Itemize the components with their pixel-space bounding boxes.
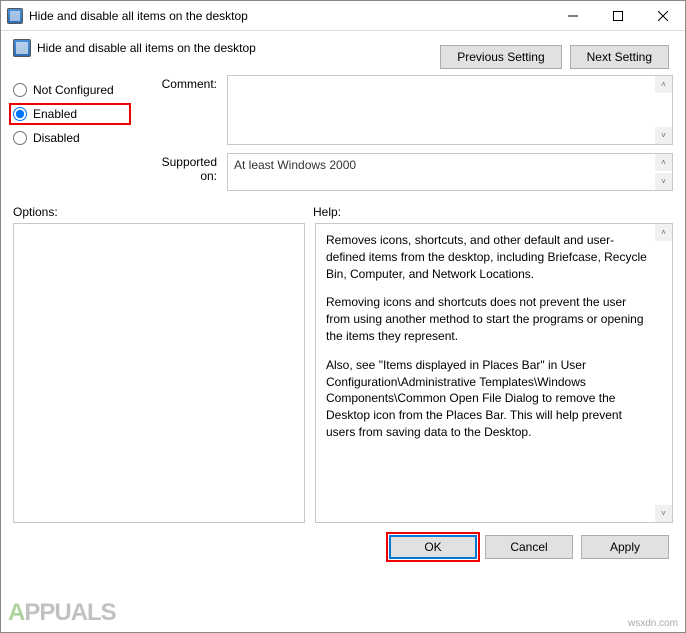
watermark-site: wsxdn.com [628,618,678,629]
radio-disabled-input[interactable] [13,131,27,145]
options-pane [13,223,305,523]
app-icon [7,8,23,24]
next-setting-button[interactable]: Next Setting [570,45,669,69]
supported-label: Supported on: [143,153,223,183]
supported-on-box: At least Windows 2000 ˄ ˅ [227,153,673,191]
scroll-down-icon[interactable]: ˅ [655,127,672,144]
radio-not-configured-input[interactable] [13,83,27,97]
apply-button[interactable]: Apply [581,535,669,559]
maximize-button[interactable] [595,1,640,30]
watermark-logo: APPUALS [8,599,116,627]
scroll-up-icon[interactable]: ˄ [655,76,672,93]
previous-setting-button[interactable]: Previous Setting [440,45,561,69]
title-bar: Hide and disable all items on the deskto… [1,1,685,31]
help-paragraph: Removing icons and shortcuts does not pr… [326,294,652,344]
help-scrollbar[interactable]: ˄ ˅ [655,224,672,522]
scroll-up-icon[interactable]: ˄ [655,154,672,171]
help-label: Help: [313,205,341,219]
comment-scrollbar[interactable]: ˄ ˅ [655,76,672,144]
close-button[interactable] [640,1,685,30]
radio-disabled[interactable]: Disabled [13,131,125,145]
help-paragraph: Removes icons, shortcuts, and other defa… [326,232,652,282]
ok-button[interactable]: OK [389,535,477,559]
radio-not-configured[interactable]: Not Configured [13,83,125,97]
help-pane: Removes icons, shortcuts, and other defa… [315,223,673,523]
radio-enabled[interactable]: Enabled [13,107,125,121]
supported-on-value: At least Windows 2000 [234,158,356,172]
help-paragraph: Also, see "Items displayed in Places Bar… [326,357,652,441]
radio-enabled-label: Enabled [33,107,77,121]
window-controls [550,1,685,30]
policy-icon [13,39,31,57]
window-title: Hide and disable all items on the deskto… [29,9,550,23]
comment-textarea[interactable]: ˄ ˅ [227,75,673,145]
cancel-button[interactable]: Cancel [485,535,573,559]
options-label: Options: [13,205,313,219]
scroll-up-icon[interactable]: ˄ [655,224,672,241]
scroll-down-icon[interactable]: ˅ [655,173,672,190]
supported-scrollbar[interactable]: ˄ ˅ [655,154,672,190]
radio-enabled-input[interactable] [13,107,27,121]
minimize-button[interactable] [550,1,595,30]
radio-disabled-label: Disabled [33,131,80,145]
radio-not-configured-label: Not Configured [33,83,114,97]
comment-label: Comment: [143,75,223,91]
policy-name: Hide and disable all items on the deskto… [37,41,256,55]
scroll-down-icon[interactable]: ˅ [655,505,672,522]
